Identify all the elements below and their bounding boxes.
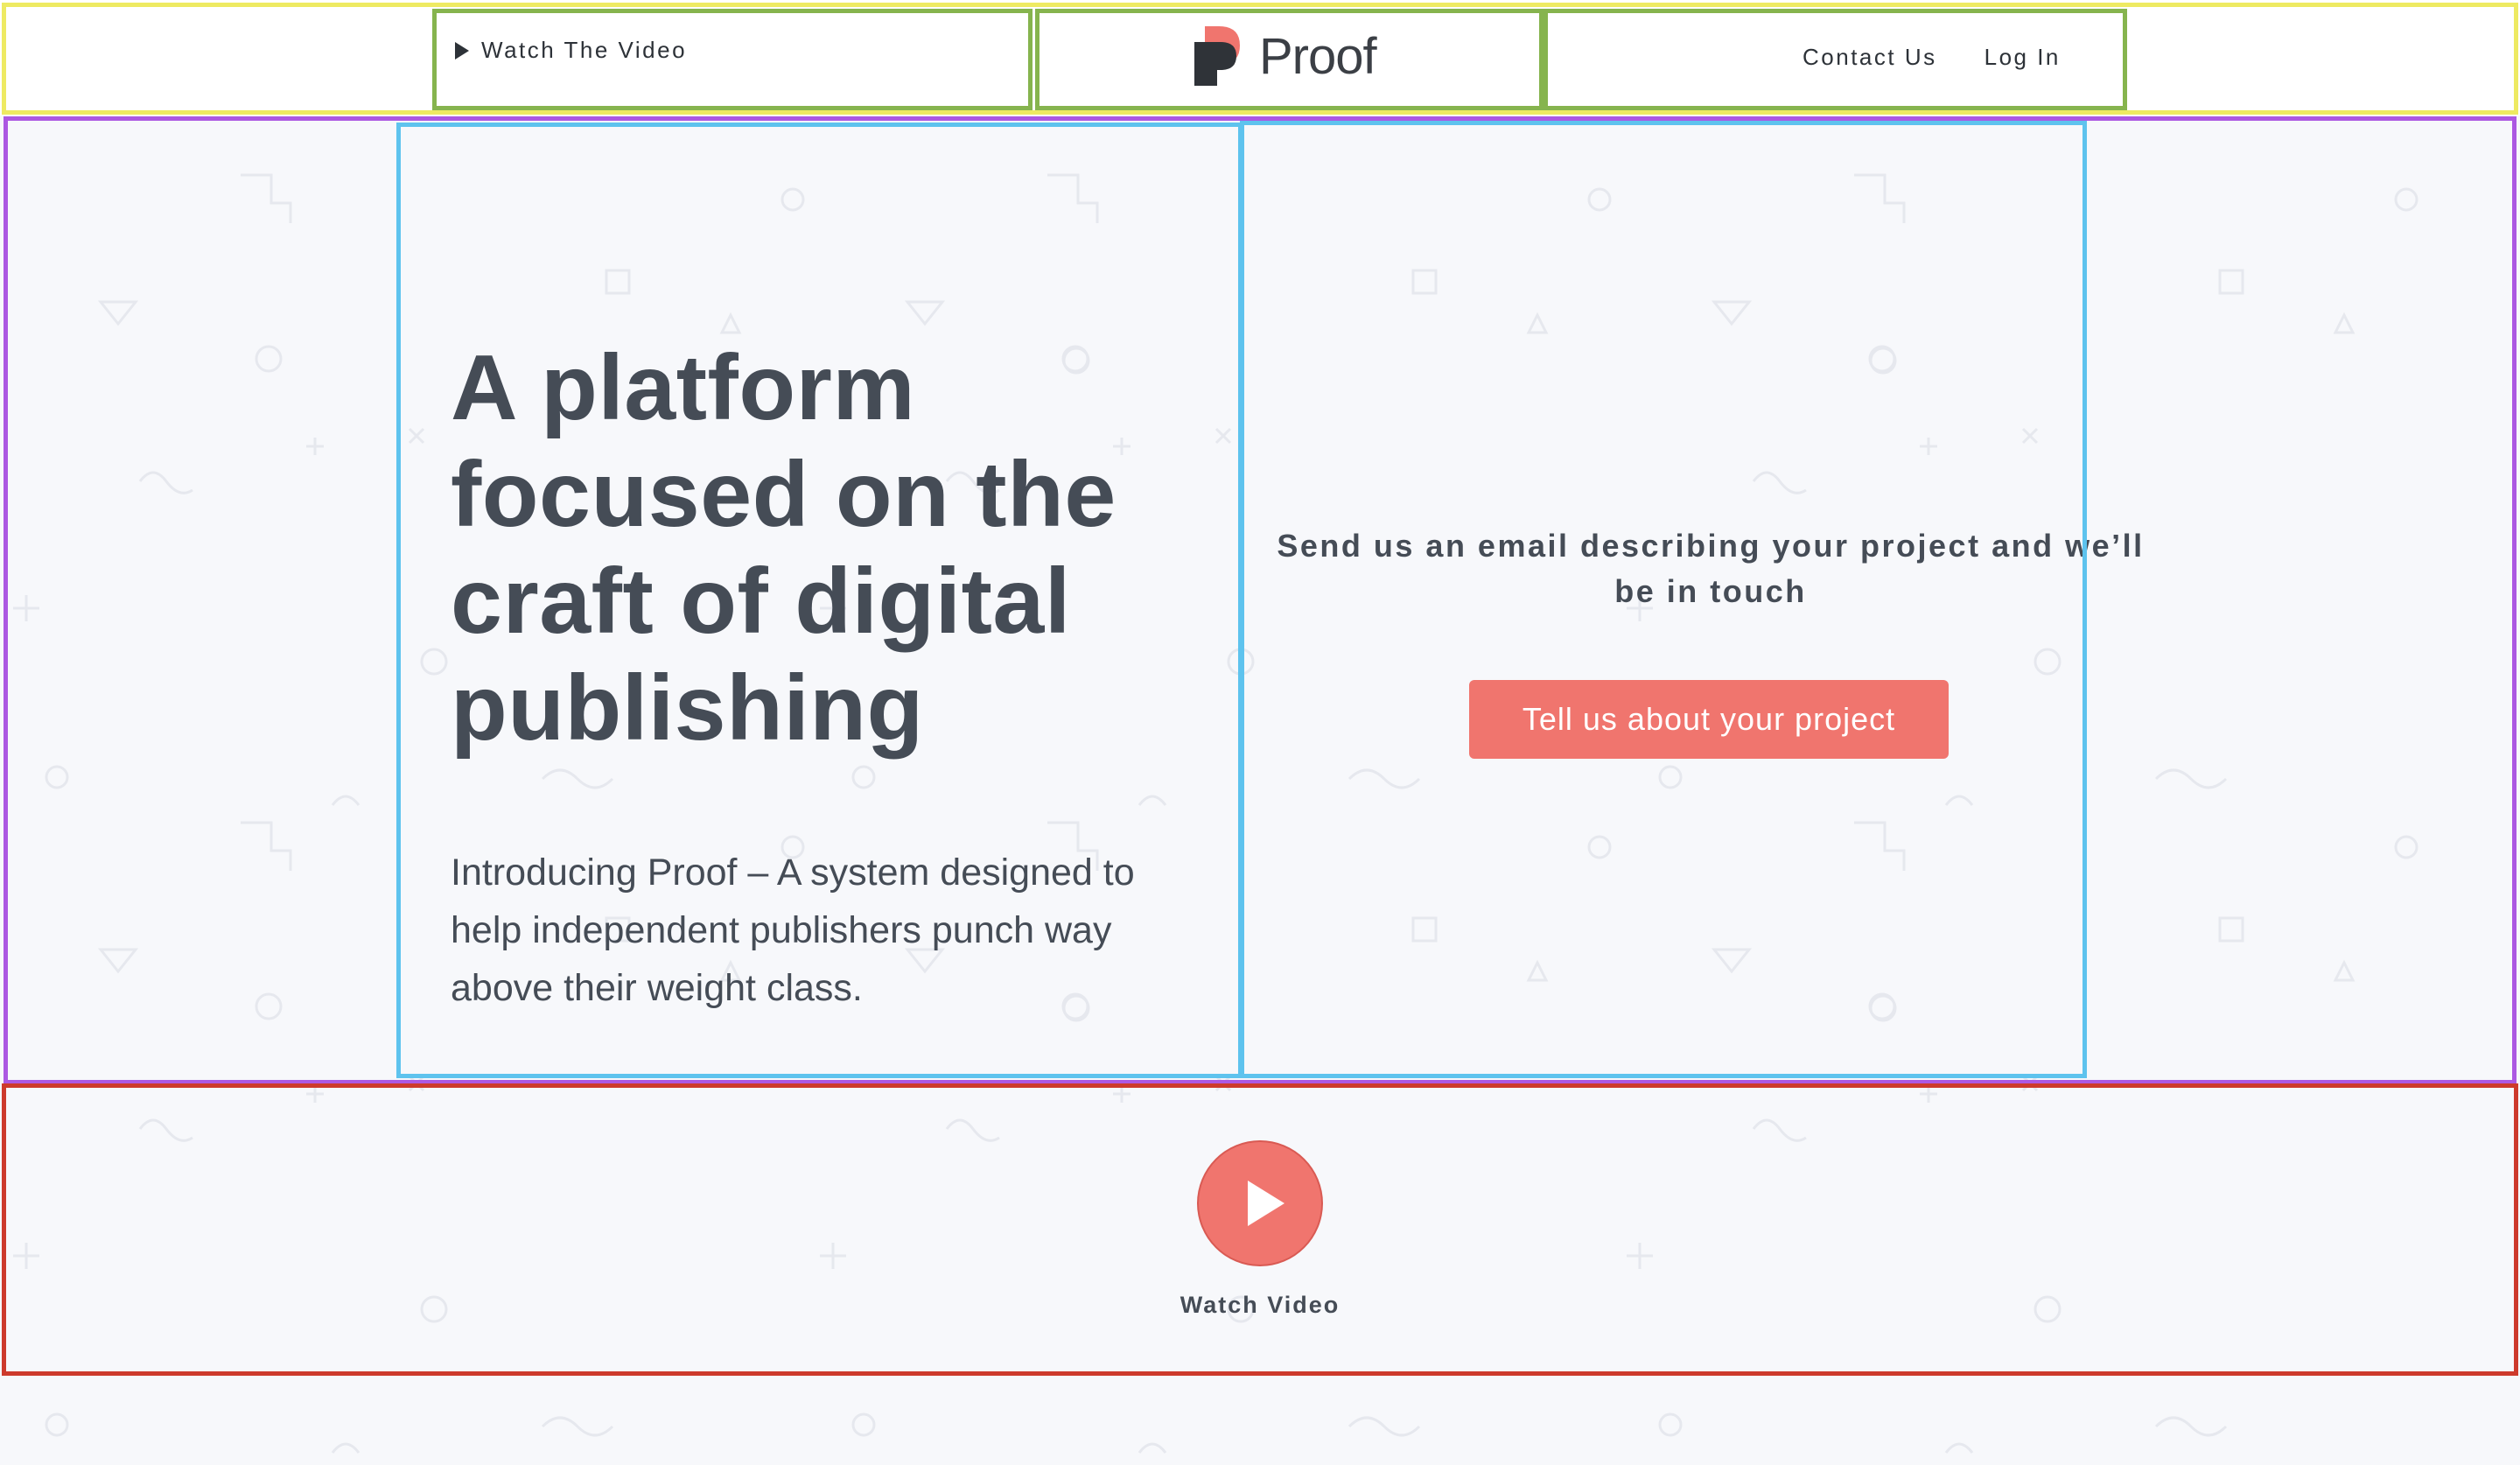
pattern-shape	[1627, 1243, 1653, 1269]
pattern-shape	[780, 187, 805, 212]
pattern-shape	[2154, 1416, 2228, 1437]
logo[interactable]: Proof	[1194, 26, 1377, 86]
pattern-shape	[13, 1243, 39, 1269]
pattern-shape	[2333, 312, 2356, 334]
pattern-shape	[331, 795, 360, 806]
proof-logo-icon	[1194, 26, 1240, 86]
pattern-shape	[1138, 795, 1167, 806]
play-video-button[interactable]	[1199, 1142, 1321, 1265]
pattern-shape	[1854, 821, 1906, 871]
pattern-shape	[2218, 269, 2244, 295]
pattern-shape	[1658, 765, 1683, 789]
pattern-shape	[1944, 1442, 1974, 1454]
pattern-shape	[1411, 916, 1438, 943]
pattern-shape	[420, 1295, 448, 1323]
pattern-shape	[541, 1416, 614, 1437]
pattern-shape	[1047, 173, 1099, 223]
pattern-shape	[45, 1412, 69, 1437]
pattern-shape	[255, 992, 283, 1020]
pattern-shape	[2021, 1075, 2039, 1092]
pattern-shape	[306, 1085, 324, 1103]
pattern-shape	[255, 345, 283, 373]
hero-subtitle: Introducing Proof – A system designed to…	[451, 852, 1135, 1009]
pattern-shape	[820, 1243, 846, 1269]
pattern-shape	[1868, 992, 1896, 1020]
pattern-shape	[851, 1412, 876, 1437]
pattern-shape	[97, 300, 139, 326]
pattern-shape	[13, 595, 39, 621]
play-icon	[455, 41, 469, 60]
pattern-shape	[241, 173, 292, 223]
pattern-shape	[1526, 312, 1549, 334]
pattern-shape	[2034, 648, 2062, 676]
pattern-shape	[851, 765, 876, 789]
pattern-shape	[1587, 187, 1612, 212]
watch-the-video-link[interactable]: Watch The Video	[455, 37, 687, 64]
pattern-shape	[420, 648, 448, 676]
pattern-shape	[1854, 173, 1906, 223]
pattern-tile	[1627, 821, 2418, 1454]
pattern-shape	[1138, 1442, 1167, 1454]
log-in-link[interactable]: Log In	[1984, 44, 2061, 71]
pattern-shape	[904, 300, 946, 326]
play-icon	[1248, 1181, 1284, 1226]
pattern-shape	[945, 1118, 1000, 1142]
site-header: Watch The Video Proof Contact Us Log In	[0, 0, 2520, 116]
pattern-shape	[138, 1118, 193, 1142]
pattern-shape	[408, 427, 425, 445]
pattern-shape	[1526, 959, 1549, 982]
pattern-shape	[1411, 269, 1438, 295]
pattern-shape	[1752, 471, 1807, 494]
pattern-shape	[1711, 948, 1753, 974]
pattern-shape	[45, 765, 69, 789]
watch-the-video-label: Watch The Video	[481, 37, 688, 63]
pattern-shape	[541, 768, 614, 789]
pattern-shape	[2394, 835, 2418, 859]
pattern-shape	[2154, 768, 2228, 789]
pattern-shape	[1868, 345, 1896, 373]
pattern-shape	[2034, 1295, 2062, 1323]
pattern-shape	[719, 312, 742, 334]
pattern-shape	[2394, 187, 2418, 212]
pattern-shape	[97, 948, 139, 974]
pattern-shape	[306, 438, 324, 455]
header-nav: Contact Us Log In	[1802, 44, 2061, 71]
pattern-shape	[1752, 1118, 1807, 1142]
pattern-shape	[1920, 438, 1937, 455]
pattern-shape	[2218, 916, 2244, 943]
pattern-shape	[1711, 300, 1753, 326]
hero-title: A platform focused on the craft of digit…	[451, 336, 1116, 760]
pattern-shape	[1920, 1085, 1937, 1103]
pattern-shape	[1658, 1412, 1683, 1437]
pattern-shape	[331, 1442, 360, 1454]
pattern-shape	[1348, 1416, 1421, 1437]
logo-text: Proof	[1259, 27, 1377, 85]
pattern-shape	[1113, 1085, 1130, 1103]
contact-us-link[interactable]: Contact Us	[1802, 44, 1937, 71]
pattern-shape	[1214, 1075, 1232, 1092]
pattern-shape	[138, 471, 193, 494]
watch-video-label: Watch Video	[1180, 1292, 1340, 1318]
pattern-shape	[241, 821, 292, 871]
pattern-shape	[2021, 427, 2039, 445]
pattern-shape	[605, 269, 631, 295]
pattern-shape	[1348, 768, 1421, 789]
pattern-shape	[1227, 648, 1255, 676]
pattern-shape	[2333, 959, 2356, 982]
pattern-shape	[408, 1075, 425, 1092]
tell-us-about-your-project-button[interactable]: Tell us about your project	[1469, 680, 1949, 759]
contact-prompt: Send us an email describing your project…	[1277, 528, 2145, 609]
pattern-shape	[1944, 795, 1974, 806]
pattern-shape	[1587, 835, 1612, 859]
